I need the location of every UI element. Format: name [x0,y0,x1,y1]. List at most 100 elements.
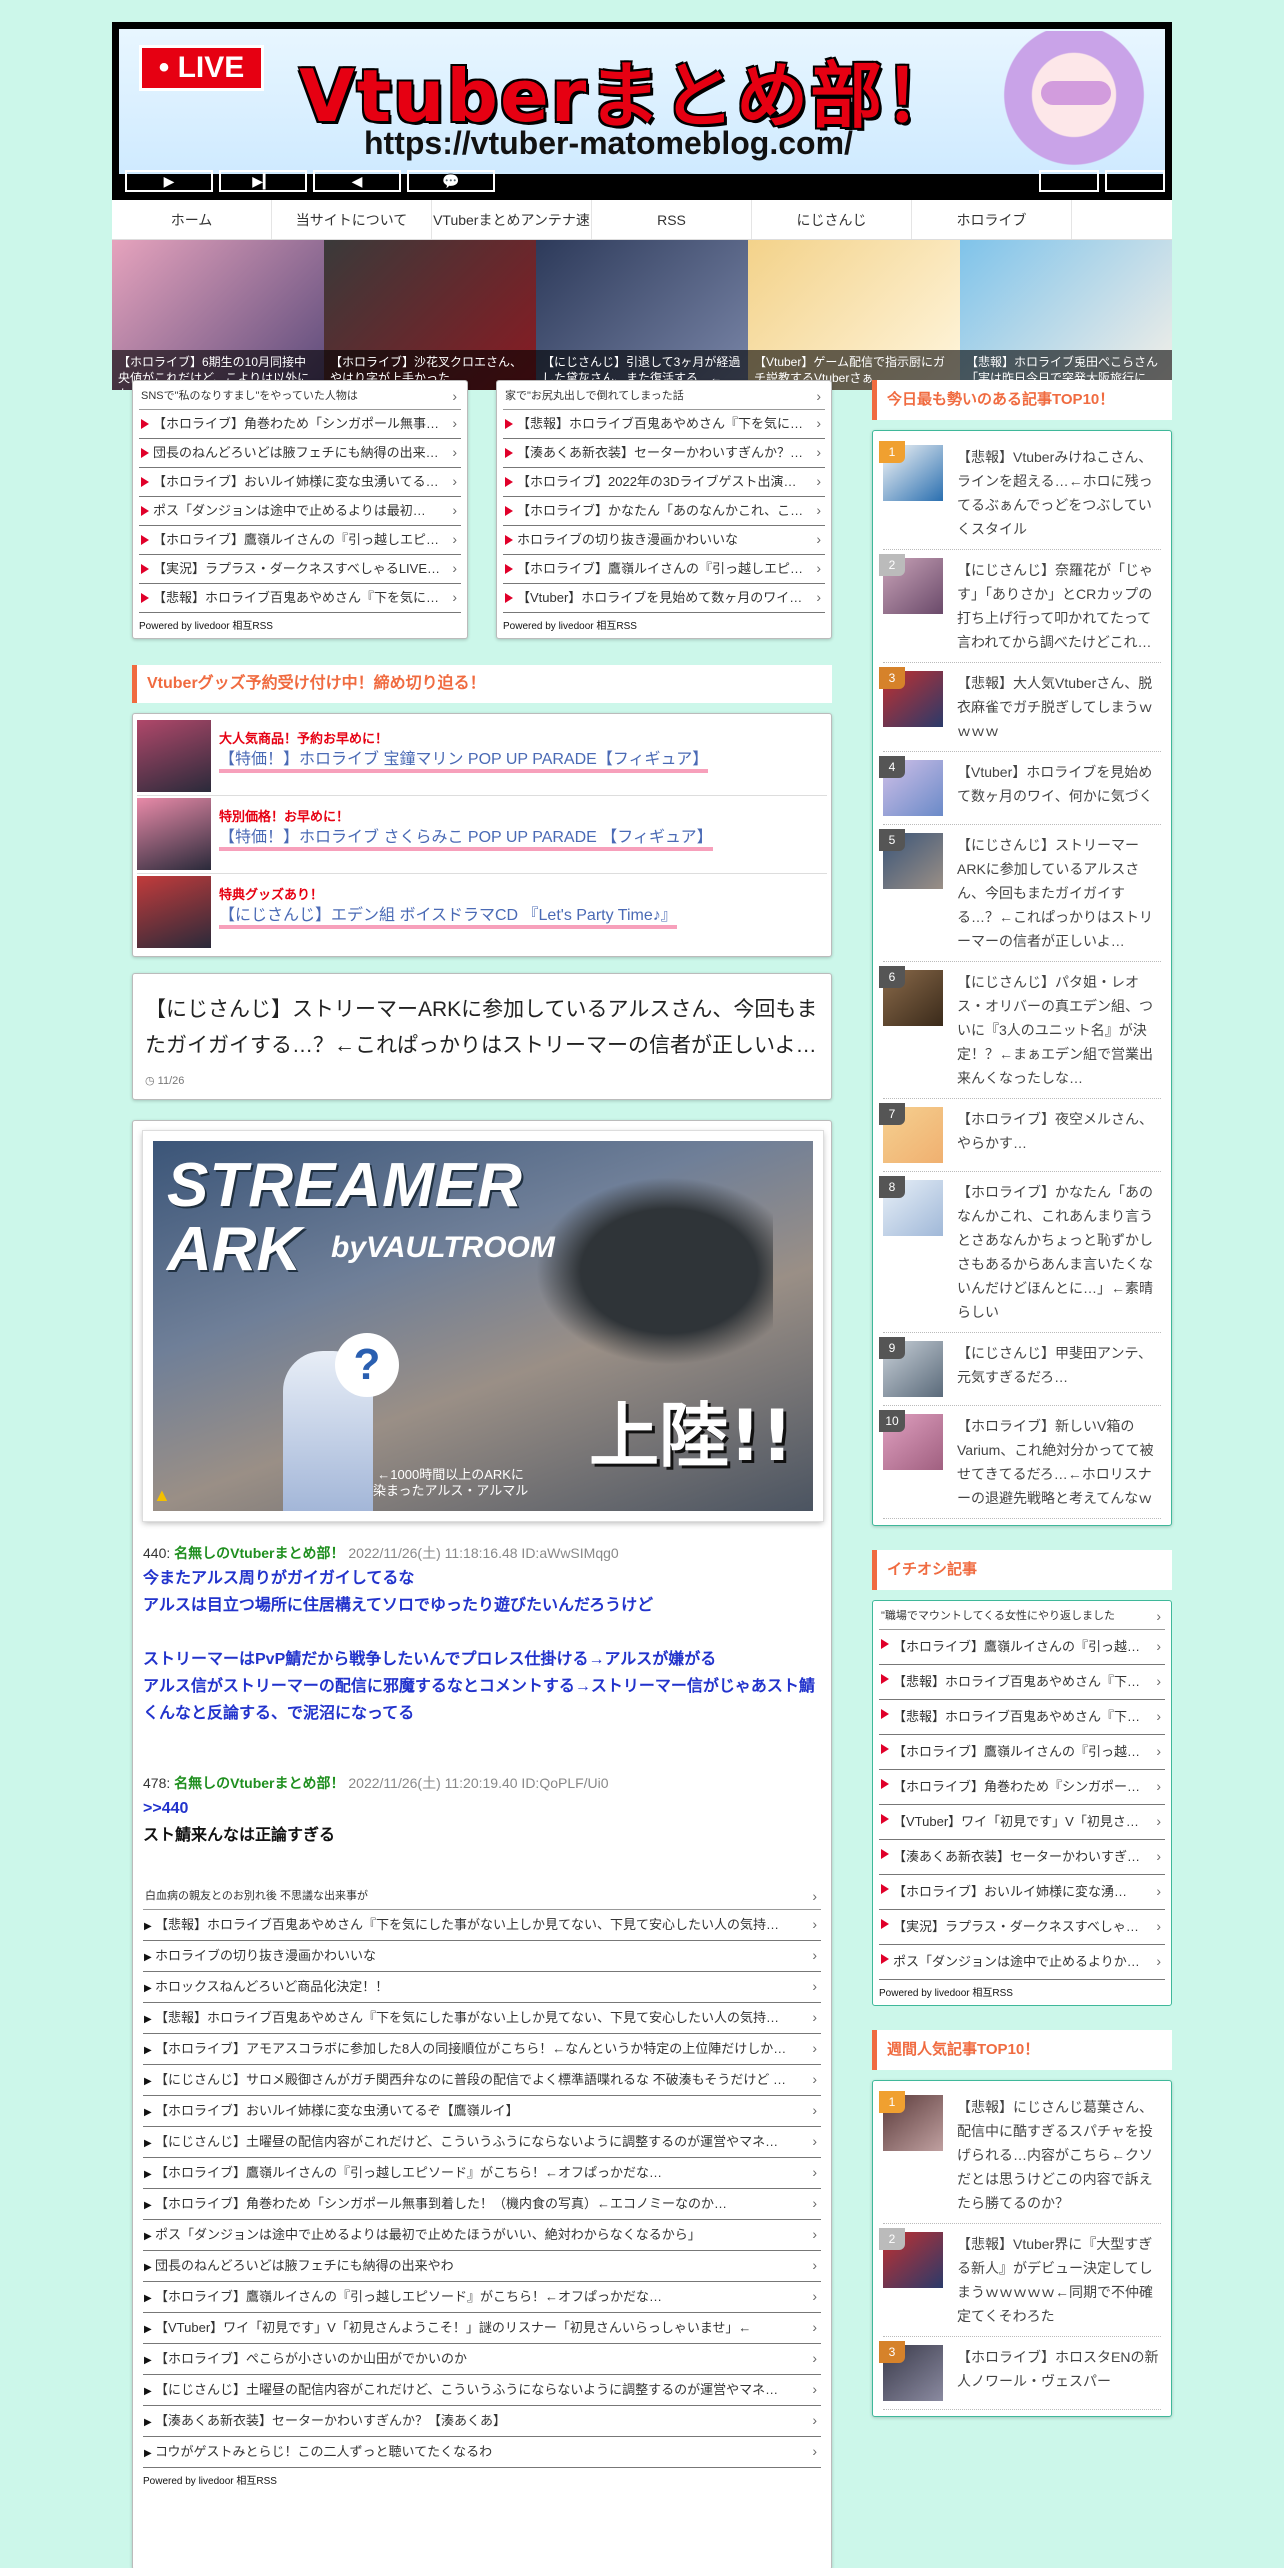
slide-item[interactable]: 【悲報】ホロライブ兎田ぺこらさん「実は昨日今日で突発大阪旅行に行… [960,240,1172,390]
goods-item[interactable]: 特典グッズあり！ 【にじさんじ】エデン組 ボイスドラマCD 『Let's Part… [137,874,827,952]
rank-item[interactable]: 2 【悲報】Vtuber界に『大型すぎる新人』がデビュー決定してしまうｗｗｗｗｗ←… [879,2224,1161,2337]
nav-hololive[interactable]: ホロライブ [912,200,1072,239]
rss-item[interactable]: 【ホロライブ】角巻わため「シンガポール無事着いた！… › [139,410,461,439]
rss-item[interactable]: ポス「ダンジョンは途中で止めるよりか… › [879,1945,1165,1980]
rank-title[interactable]: 【ホロライブ】新しいV箱のVarium、これ絶対分かってて被せてきてるだろ…←ホ… [943,1414,1161,1510]
slide-item[interactable]: 【ホロライブ】6期生の10月同接中央値がこれだけど、こよりは以外にも… [112,240,324,390]
rank-item[interactable]: 10 【ホロライブ】新しいV箱のVarium、これ絶対分かってて被せてきてるだろ…… [879,1406,1161,1519]
rss-item[interactable]: 【ホロライブ】おいルイ姉様に変な虫湧いてるぞ【鷹嶺ルイ】 › [143,2096,821,2127]
rss-footer[interactable]: Powered by livedoor 相互RSS [139,613,461,632]
rank-thumbnail[interactable]: 6 [879,966,943,1026]
rss-item[interactable]: 【ホロライブ】ぺこらが小さいのか山田がでかいのか › [143,2344,821,2375]
rank-title[interactable]: 【悲報】にじさんじ葛葉さん、配信中に酷すぎるスパチャを投げられる…内容がこちら←… [943,2095,1161,2215]
rank-thumbnail[interactable]: 1 [879,441,943,501]
rss-item[interactable]: ホロックスねんどろいど商品化決定！！ › [143,1972,821,2003]
rank-item[interactable]: 2 【にじさんじ】奈羅花が「じゃす」「ありさか」とCRカップの打ち上げ行って叩かれ… [879,550,1161,663]
rank-title[interactable]: 【にじさんじ】パタ姐・レオス・オリバーの真エデン組、ついに『3人のユニット名』が… [943,970,1161,1090]
rss-footer[interactable]: Powered by livedoor 相互RSS [503,613,825,632]
nav-antenna[interactable]: VTuberまとめアンテナ速 [432,200,592,239]
rss-item[interactable]: 【実況】ラプラス・ダークネスすべしゃるLIVE… › [139,555,461,584]
rss-item[interactable]: 【にじさんじ】土曜昼の配信内容がこれだけど、こういうふうにならないように調整する… [143,2127,821,2158]
rss-item[interactable]: 【ホロライブ】おいルイ姉様に変な虫湧いてる… › [139,468,461,497]
rss-item[interactable]: 【ホロライブ】おいルイ姉様に変な湧… › [879,1875,1165,1910]
rss-item[interactable]: 【ホロライブ】アモアスコラボに参加した8人の同接順位がこちら！←なんというか特定… [143,2034,821,2065]
nav-nijisanji[interactable]: にじさんじ [752,200,912,239]
rss-item[interactable]: 【ホロライブ】角巻わため「シンガポール無事到着した！（機内食の写真）←エコノミー… [143,2189,821,2220]
rank-thumbnail[interactable]: 10 [879,1410,943,1470]
slide-item[interactable]: 【Vtuber】ゲーム配信で指示厨にガチ説教するVtuberさぁ… [748,240,960,390]
goods-item[interactable]: 特別価格！お早めに！ 【特価！】ホロライブ さくらみこ POP UP PARADE… [137,796,827,874]
rss-item[interactable]: 団長のねんどろいどは腋フェチにも納得の出来やわ › [143,2251,821,2282]
rank-item[interactable]: 3 【悲報】大人気Vtuberさん、脱衣麻雀でガチ脱ぎしてしまうｗｗｗｗ [879,663,1161,752]
goods-thumbnail[interactable] [137,876,211,948]
rss-item[interactable]: 【悲報】ホロライブ百鬼あやめさん『下… › [879,1665,1165,1700]
rss-item[interactable]: 【ホロライブ】鷹嶺ルイさんの『引っ越しエピ… › [139,526,461,555]
rank-item[interactable]: 6 【にじさんじ】パタ姐・レオス・オリバーの真エデン組、ついに『3人のユニット名』… [879,962,1161,1099]
rss-item[interactable]: 【悲報】ホロライブ百鬼あやめさん『下を気にした事がない上しか見てない、下見て安心… [143,1910,821,1941]
rank-title[interactable]: 【にじさんじ】ストリーマーARKに参加しているアルスさん、今回もまたガイガイする… [943,833,1161,953]
goods-thumbnail[interactable] [137,798,211,870]
rss-item[interactable]: 団長のねんどろいどは腋フェチにも納得の出来… › [139,439,461,468]
rss-item[interactable]: 【ホロライブ】鷹嶺ルイさんの『引っ越… › [879,1735,1165,1770]
rss-heading[interactable]: 家で"お尻丸出しで倒れてしまった話 › [503,385,825,410]
rank-thumbnail[interactable]: 1 [879,2091,943,2151]
rank-thumbnail[interactable]: 2 [879,554,943,614]
nav-about[interactable]: 当サイトについて [272,200,432,239]
rank-title[interactable]: 【にじさんじ】甲斐田アンテ、元気すぎるだろ… [943,1341,1161,1397]
rank-item[interactable]: 4 【Vtuber】ホロライブを見始めて数ヶ月のワイ、何かに気づく [879,752,1161,825]
rss-heading[interactable]: SNSで"私のなりすまし"をやっていた人物は › [139,385,461,410]
rss-item[interactable]: ポス「ダンジョンは途中で止めるよりは最初… › [139,497,461,526]
site-url[interactable]: https://vtuber-matomeblog.com/ [364,125,853,162]
rank-thumbnail[interactable]: 9 [879,1337,943,1397]
rss-item[interactable]: 【にじさんじ】サロメ殿御さんがガチ関西弁なのに普段の配信でよく標準語喋れるな 不… [143,2065,821,2096]
rank-title[interactable]: 【悲報】大人気Vtuberさん、脱衣麻雀でガチ脱ぎしてしまうｗｗｗｗ [943,671,1161,743]
slide-item[interactable]: 【ホロライブ】沙花叉クロエさん、やはり字が上手かった… [324,240,536,390]
rss-item[interactable]: 【ホロライブ】2022年の3Dライブゲスト出演回… › [503,468,825,497]
site-banner[interactable]: • LIVE Vtuberまとめ部！ https://vtuber-matome… [112,22,1172,200]
rss-item[interactable]: 【湊あくあ新衣装】セーターかわいすぎんか？【湊あくあ】 › [143,2406,821,2437]
rss-item[interactable]: ポス「ダンジョンは途中で止めるよりは最初で止めたほうがいい、絶対わからなくなるか… [143,2220,821,2251]
rank-thumbnail[interactable]: 4 [879,756,943,816]
rank-title[interactable]: 【にじさんじ】奈羅花が「じゃす」「ありさか」とCRカップの打ち上げ行って叩かれて… [943,558,1161,654]
rss-heading[interactable]: "職場でマウントしてくる女性にやり返しました › [879,1605,1165,1630]
goods-link[interactable]: 【にじさんじ】エデン組 ボイスドラマCD 『Let's Party Time♪』 [219,907,677,929]
rss-item[interactable]: 【ホロライブ】角巻わため『シンガポー… › [879,1770,1165,1805]
rank-title[interactable]: 【ホロライブ】夜空メルさん、やらかす… [943,1107,1161,1163]
rss-item[interactable]: 【湊あくあ新衣装】セーターかわいすぎ… › [879,1840,1165,1875]
rank-thumbnail[interactable]: 5 [879,829,943,889]
rank-title[interactable]: 【Vtuber】ホロライブを見始めて数ヶ月のワイ、何かに気づく [943,760,1161,816]
rss-item[interactable]: 【湊あくあ新衣装】セーターかわいすぎんか？… › [503,439,825,468]
rss-item[interactable]: 【ホロライブ】鷹嶺ルイさんの『引っ越しエピソード』がこちら！←オフぱっかだな… › [143,2282,821,2313]
rss-footer[interactable]: Powered by livedoor 相互RSS [879,1980,1165,1999]
rss-item[interactable]: 【ホロライブ】鷹嶺ルイさんの『引っ越… › [879,1630,1165,1665]
nav-rss[interactable]: RSS [592,200,752,239]
rank-item[interactable]: 8 【ホロライブ】かなたん「あのなんかこれ、これあんまり言うとさあなんかちょっと恥… [879,1172,1161,1333]
rank-item[interactable]: 3 【ホロライブ】ホロスタENの新人ノワール・ヴェスパー [879,2337,1161,2410]
rss-item[interactable]: 【にじさんじ】土曜昼の配信内容がこれだけど、こういうふうにならないように調整する… [143,2375,821,2406]
rss-item[interactable]: 【Vtuber】ホロライブを見始めて数ヶ月のワイ… › [503,584,825,613]
goods-link[interactable]: 【特価！】ホロライブ さくらみこ POP UP PARADE 【フィギュア】 [219,829,713,851]
rank-title[interactable]: 【悲報】Vtuber界に『大型すぎる新人』がデビュー決定してしまうｗｗｗｗｗ←同… [943,2232,1161,2328]
nav-home[interactable]: ホーム [112,200,272,239]
rank-thumbnail[interactable]: 3 [879,2341,943,2401]
rank-thumbnail[interactable]: 8 [879,1176,943,1236]
rss-item[interactable]: 【ホロライブ】かなたん「あのなんかこれ、こ… › [503,497,825,526]
rank-thumbnail[interactable]: 7 [879,1103,943,1163]
rank-item[interactable]: 9 【にじさんじ】甲斐田アンテ、元気すぎるだろ… [879,1333,1161,1406]
rss-item[interactable]: 【悲報】ホロライブ百鬼あやめさん『下を気に… › [503,410,825,439]
rank-item[interactable]: 7 【ホロライブ】夜空メルさん、やらかす… [879,1099,1161,1172]
rss-footer[interactable]: Powered by livedoor 相互RSS [143,2468,821,2487]
rss-item[interactable]: ホロライブの切り抜き漫画かわいいな › [143,1941,821,1972]
rank-title[interactable]: 【ホロライブ】かなたん「あのなんかこれ、これあんまり言うとさあなんかちょっと恥ず… [943,1180,1161,1324]
rank-thumbnail[interactable]: 2 [879,2228,943,2288]
rss-item[interactable]: 【ホロライブ】鷹嶺ルイさんの『引っ越しエピ… › [503,555,825,584]
rank-item[interactable]: 1 【悲報】にじさんじ葛葉さん、配信中に酷すぎるスパチャを投げられる…内容がこちら… [879,2087,1161,2224]
rss-item[interactable]: 【実況】ラプラス・ダークネスすべしゃ… › [879,1910,1165,1945]
rss-item[interactable]: 【悲報】ホロライブ百鬼あやめさん『下… › [879,1700,1165,1735]
rss-heading[interactable]: 白血病の親友とのお別れ後 不思議な出来事が › [143,1885,821,1910]
slide-item[interactable]: 【にじさんじ】引退して3ヶ月が経過した黛灰さん、また復活する…← [536,240,748,390]
rss-item[interactable]: ホロライブの切り抜き漫画かわいいな › [503,526,825,555]
goods-thumbnail[interactable] [137,720,211,792]
rss-item[interactable]: 【ホロライブ】鷹嶺ルイさんの『引っ越しエピソード』がこちら！←オフぱっかだな… › [143,2158,821,2189]
rss-item[interactable]: 【VTuber】ワイ「初見です」V「初見さんようこそ！」謎のリスナー「初見さんい… [143,2313,821,2344]
